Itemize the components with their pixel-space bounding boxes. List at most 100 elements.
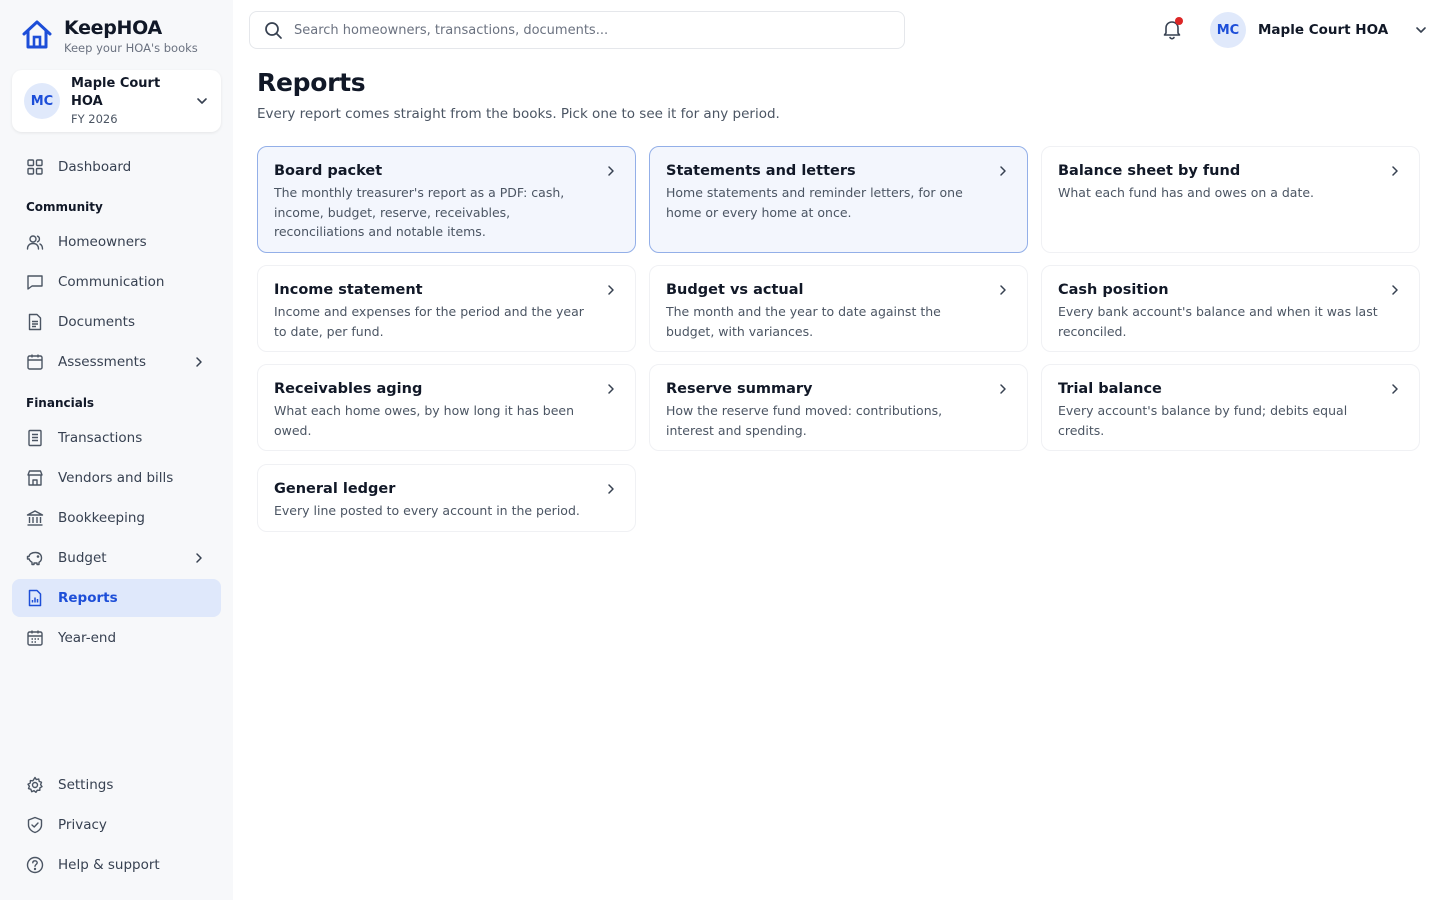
report-title: Cash position (1058, 282, 1169, 298)
report-card-general-ledger[interactable]: General ledger Every line posted to ever… (257, 464, 636, 532)
nav-dashboard[interactable]: Dashboard (12, 148, 221, 186)
report-desc: Every account's balance by fund; debits … (1058, 403, 1348, 438)
nav-documents[interactable]: Documents (12, 303, 221, 341)
document-icon (28, 313, 42, 331)
nav-privacy-label: Privacy (58, 817, 107, 833)
users-icon (26, 235, 44, 250)
nav-settings[interactable]: Settings (12, 766, 221, 804)
report-card-trial-balance[interactable]: Trial balance Every account's balance by… (1041, 364, 1420, 451)
report-card-cash-position[interactable]: Cash position Every bank account's balan… (1041, 265, 1420, 352)
nav-help[interactable]: Help & support (12, 846, 221, 884)
nav-bookkeeping[interactable]: Bookkeeping (12, 499, 221, 537)
chevron-down-icon (1416, 27, 1426, 33)
page-title: Reports (257, 68, 366, 97)
nav-assessments[interactable]: Assessments (12, 343, 221, 381)
nav-reports[interactable]: Reports (12, 579, 221, 617)
report-desc: How the reserve fund moved: contribution… (666, 403, 943, 438)
nav-transactions-label: Transactions (58, 430, 143, 446)
nav-budget[interactable]: Budget (12, 539, 221, 577)
report-desc: The month and the year to date against t… (666, 304, 941, 339)
report-card-reserve-summary[interactable]: Reserve summary How the reserve fund mov… (649, 364, 1028, 451)
user-name: Maple Court HOA (1258, 22, 1389, 38)
chevron-right-icon (196, 553, 202, 563)
report-desc: Income and expenses for the period and t… (274, 304, 584, 339)
user-avatar: MC (1210, 12, 1246, 48)
nav-privacy[interactable]: Privacy (12, 806, 221, 844)
report-title: Receivables aging (274, 381, 423, 397)
nav-homeowners-label: Homeowners (58, 234, 147, 250)
gear-icon (27, 776, 43, 793)
nav-vendors[interactable]: Vendors and bills (12, 459, 221, 497)
chevron-right-icon (608, 484, 614, 494)
piggy-bank-icon (26, 551, 43, 566)
page-subtitle: Every report comes straight from the boo… (257, 106, 780, 122)
org-avatar: MC (24, 83, 60, 119)
calendar-icon (27, 630, 43, 646)
section-community: Community (26, 200, 103, 214)
report-icon (28, 589, 42, 607)
help-circle-icon (26, 856, 44, 874)
nav-communication[interactable]: Communication (12, 263, 221, 301)
nav-bookkeeping-label: Bookkeeping (58, 510, 145, 526)
brand[interactable]: KeepHOA Keep your HOA's books (20, 16, 198, 56)
chevron-right-icon (608, 166, 614, 176)
report-card-board-packet[interactable]: Board packet The monthly treasurer's rep… (257, 146, 636, 253)
home-logo-icon (22, 20, 52, 49)
report-title: Balance sheet by fund (1058, 163, 1241, 179)
search-input[interactable] (294, 22, 854, 38)
nav-yearend-label: Year-end (58, 630, 117, 646)
nav-homeowners[interactable]: Homeowners (12, 223, 221, 261)
search-bar[interactable] (249, 11, 905, 49)
nav-documents-label: Documents (58, 314, 135, 330)
report-title: Income statement (274, 282, 423, 298)
chevron-right-icon (608, 285, 614, 295)
report-desc: What each home owes, by how long it has … (274, 403, 575, 438)
report-title: Budget vs actual (666, 282, 804, 298)
report-card-balance-sheet[interactable]: Balance sheet by fund What each fund has… (1041, 146, 1420, 253)
report-desc: Home statements and reminder letters, fo… (666, 185, 963, 220)
receipt-icon (28, 429, 42, 447)
brand-tagline: Keep your HOA's books (64, 41, 198, 55)
chevron-down-icon (197, 98, 207, 104)
notifications-button[interactable] (1160, 17, 1184, 41)
nav-transactions[interactable]: Transactions (12, 419, 221, 457)
report-title: Statements and letters (666, 163, 856, 179)
section-financials: Financials (26, 396, 95, 410)
brand-name: KeepHOA (64, 17, 162, 39)
org-name: Maple Court HOA (71, 75, 161, 109)
calendar-icon (27, 354, 43, 370)
notification-dot (1175, 17, 1183, 25)
report-card-income-statement[interactable]: Income statement Income and expenses for… (257, 265, 636, 352)
chevron-right-icon (1392, 285, 1398, 295)
sidebar: KeepHOA Keep your HOA's books MC Maple C… (0, 0, 233, 900)
chevron-right-icon (1000, 166, 1006, 176)
nav-dashboard-label: Dashboard (58, 159, 132, 175)
report-desc: What each fund has and owes on a date. (1058, 185, 1315, 200)
nav-assessments-label: Assessments (58, 354, 147, 370)
nav-communication-label: Communication (58, 274, 165, 290)
shield-icon (27, 816, 43, 834)
report-title: Reserve summary (666, 381, 813, 397)
nav-settings-label: Settings (58, 777, 114, 793)
chevron-right-icon (1392, 166, 1398, 176)
report-card-budget-vs-actual[interactable]: Budget vs actual The month and the year … (649, 265, 1028, 352)
report-card-receivables-aging[interactable]: Receivables aging What each home owes, b… (257, 364, 636, 451)
nav-yearend[interactable]: Year-end (12, 619, 221, 657)
report-title: General ledger (274, 481, 396, 497)
nav-help-label: Help & support (58, 857, 160, 873)
grid-icon (27, 159, 43, 175)
org-period: FY 2026 (71, 111, 118, 126)
report-card-statements[interactable]: Statements and letters Home statements a… (649, 146, 1028, 253)
search-icon (265, 21, 282, 39)
chevron-right-icon (1000, 384, 1006, 394)
chevron-right-icon (608, 384, 614, 394)
chevron-right-icon (196, 357, 202, 367)
store-icon (27, 470, 43, 486)
org-switcher[interactable]: MC Maple Court HOA FY 2026 (12, 70, 221, 132)
report-title: Trial balance (1058, 381, 1162, 397)
report-desc: Every bank account's balance and when it… (1058, 304, 1378, 339)
user-menu[interactable]: MC Maple Court HOA (1210, 12, 1428, 48)
nav-vendors-label: Vendors and bills (58, 470, 174, 486)
message-icon (27, 275, 43, 290)
bank-icon (26, 510, 44, 526)
